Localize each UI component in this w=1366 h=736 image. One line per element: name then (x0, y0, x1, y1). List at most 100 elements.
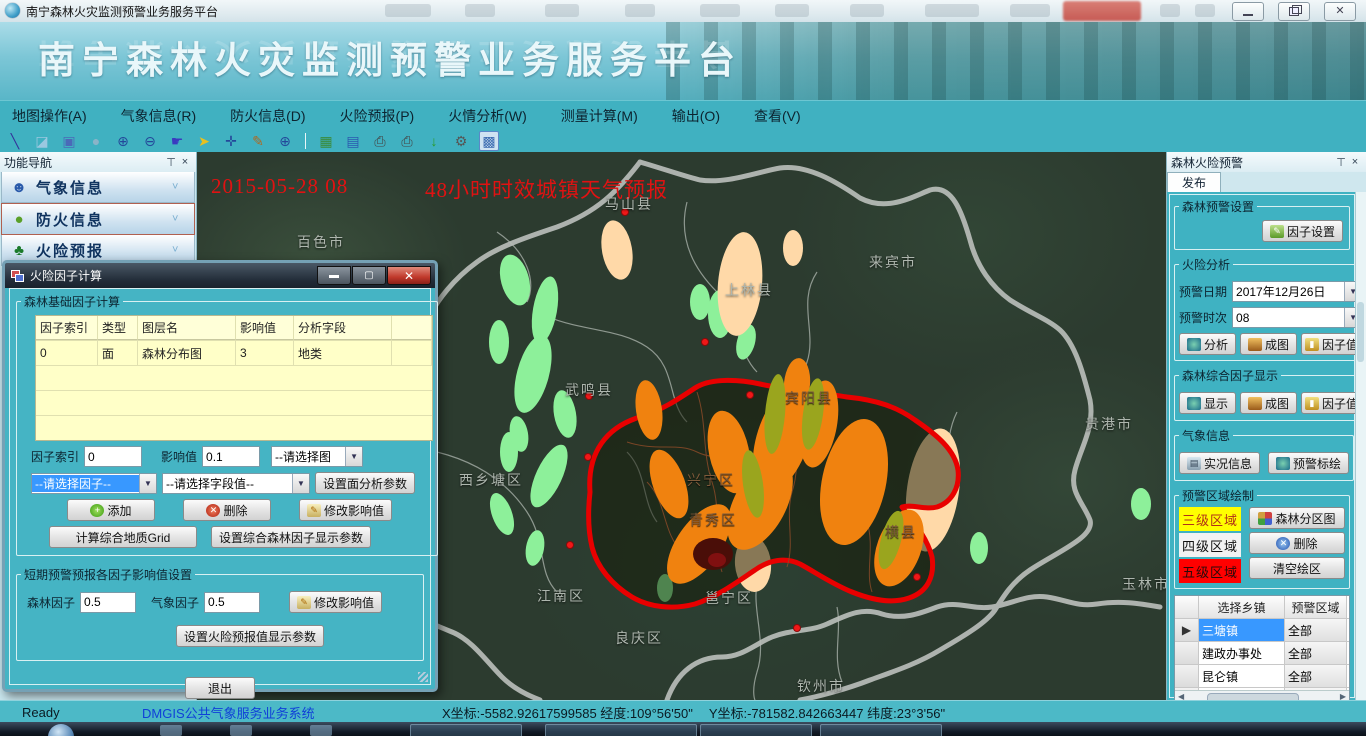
taskbar-icon[interactable] (230, 725, 252, 736)
draw-ellipse-icon[interactable]: ● (87, 132, 105, 150)
calc-grid-button[interactable]: 计算综合地质Grid (49, 526, 197, 548)
taskbar-app-button[interactable] (820, 724, 942, 736)
nav-item-fireproof-info[interactable]: ● 防火信息 ˅ (1, 203, 195, 235)
group-region-draw: 预警区域绘制 三级区域 四级区域 五级区域 森林分区图 ✕ (1174, 487, 1350, 589)
factor-value-button[interactable]: ▮ 因子值 (1301, 333, 1362, 355)
modify-impact-button[interactable]: ✎ 修改影响值 (299, 499, 392, 521)
resize-grip[interactable] (418, 672, 428, 682)
set-area-params-button[interactable]: 设置面分析参数 (315, 472, 415, 494)
show-button[interactable]: 显示 (1179, 392, 1236, 414)
modify-impact-button[interactable]: ✎ 修改影响值 (289, 591, 382, 613)
weather-factor-input[interactable] (204, 592, 260, 613)
print-icon[interactable]: ⎙ (371, 132, 389, 150)
warning-plot-button[interactable]: 预警标绘 (1268, 452, 1349, 474)
layer-select-combo[interactable]: --请选择图 ▼ (271, 446, 363, 467)
factor-select-combo[interactable]: --请选择因子-- ▼ (31, 473, 157, 494)
full-extent-icon[interactable]: ✛ (222, 132, 240, 150)
map-label: 良庆区 (615, 628, 663, 648)
menu-view[interactable]: 查看(V) (754, 106, 801, 126)
chart-bars-icon: ▮ (1305, 338, 1319, 351)
exit-button[interactable]: 退出 (185, 677, 255, 699)
level4-region[interactable]: 四级区域 (1179, 533, 1241, 557)
brush-icon[interactable]: ✎ (249, 132, 267, 150)
warning-time-combo[interactable]: 08 ▼ (1232, 307, 1362, 328)
set-fire-display-button[interactable]: 设置火险预报值显示参数 (176, 625, 324, 647)
map-label: 邕宁区 (705, 588, 753, 608)
menu-map-operation[interactable]: 地图操作(A) (12, 106, 87, 126)
taskbar-app-button[interactable] (700, 724, 812, 736)
plot-icon (1276, 457, 1290, 470)
dialog-titlebar[interactable]: 火险因子计算 ▬ ▢ ✕ (5, 263, 435, 288)
taskbar-icon[interactable] (160, 725, 182, 736)
delete-region-button[interactable]: ✕ 删除 (1249, 532, 1345, 554)
forest-factor-input[interactable] (80, 592, 136, 613)
dialog-close-button[interactable]: ✕ (387, 266, 431, 285)
factor-index-input[interactable] (84, 446, 142, 467)
taskbar-app-button[interactable] (410, 724, 522, 736)
menu-weather-info[interactable]: 气象信息(R) (121, 106, 196, 126)
region-combo[interactable]: 全部 (1285, 665, 1347, 687)
menu-measure-calc[interactable]: 测量计算(M) (561, 106, 638, 126)
dialog-minimize-button[interactable]: ▬ (317, 266, 351, 285)
level5-region[interactable]: 五级区域 (1179, 559, 1241, 583)
zoom-out-icon[interactable]: ⊖ (141, 132, 159, 150)
warning-date-combo[interactable]: 2017年12月26日 ▼ (1232, 281, 1362, 302)
table-row[interactable]: 建政办事处 全部 (1175, 642, 1349, 665)
analyze-button[interactable]: 分析 (1179, 333, 1236, 355)
make-map-button[interactable]: 成图 (1240, 392, 1297, 414)
draw-polygon-icon[interactable]: ◪ (33, 132, 51, 150)
field-select-combo[interactable]: --请选择字段值-- ▼ (162, 473, 310, 494)
taskbar-icon[interactable] (310, 725, 332, 736)
impact-value-input[interactable] (202, 446, 260, 467)
document-icon[interactable]: ▤ (344, 132, 362, 150)
settings-icon[interactable]: ⚙ (452, 132, 470, 150)
minimize-button[interactable] (1232, 2, 1264, 21)
menu-fire-analysis[interactable]: 火情分析(W) (448, 106, 527, 126)
factor-setting-button[interactable]: ✎ 因子设置 (1262, 220, 1343, 242)
draw-line-icon[interactable]: ╲ (6, 132, 24, 150)
clear-drawn-regions-button[interactable]: 清空绘区 (1249, 557, 1345, 579)
vertical-scrollbar[interactable] (1355, 192, 1366, 700)
close-icon[interactable]: × (178, 156, 192, 168)
print-setup-icon[interactable]: ⎙ (398, 132, 416, 150)
factor-table[interactable]: 因子索引 类型 图层名 影响值 分析字段 0 面 森林分布图 3 地类 (35, 315, 433, 441)
map-image-icon[interactable]: ▦ (317, 132, 335, 150)
map-label: 兴宁区 (687, 470, 735, 490)
picture-icon[interactable]: ▩ (479, 131, 499, 151)
fire-risk-factor-dialog: 火险因子计算 ▬ ▢ ✕ 森林基础因子计算 因子索引 类型 图层名 影响值 分析… (2, 260, 438, 692)
add-button[interactable]: + 添加 (67, 499, 155, 521)
pin-icon[interactable]: ⊤ (1334, 156, 1348, 169)
pan-icon[interactable]: ☛ (168, 132, 186, 150)
table-row[interactable]: ▶ 三塘镇 全部 (1175, 619, 1349, 642)
close-icon[interactable]: × (1348, 156, 1362, 168)
table-empty-row (36, 391, 432, 416)
menu-output[interactable]: 输出(O) (672, 106, 720, 126)
dialog-maximize-button[interactable]: ▢ (352, 266, 386, 285)
region-combo[interactable]: 全部 (1285, 642, 1347, 664)
nav-item-weather-info[interactable]: ☻ 气象信息 ˅ (1, 172, 195, 203)
taskbar-app-button[interactable] (545, 724, 697, 736)
pin-icon[interactable]: ⊤ (164, 156, 178, 169)
zoom-scale-icon[interactable]: ⊕ (276, 132, 294, 150)
table-row[interactable]: 昆仑镇 全部 (1175, 665, 1349, 688)
start-orb[interactable] (48, 724, 74, 736)
restore-button[interactable] (1278, 2, 1310, 21)
make-map-button[interactable]: 成图 (1240, 333, 1297, 355)
zoom-in-icon[interactable]: ⊕ (114, 132, 132, 150)
region-combo[interactable]: 全部 (1285, 619, 1347, 641)
factor-value-button[interactable]: ▮ 因子值 (1301, 392, 1362, 414)
select-icon[interactable]: ➤ (195, 132, 213, 150)
menu-fireproof-info[interactable]: 防火信息(D) (230, 106, 305, 126)
close-button[interactable]: ✕ (1324, 2, 1356, 21)
delete-button[interactable]: ✕ 删除 (183, 499, 271, 521)
tab-publish[interactable]: 发布 (1167, 172, 1221, 192)
draw-rectangle-icon[interactable]: ▣ (60, 132, 78, 150)
level3-region[interactable]: 三级区域 (1179, 507, 1241, 531)
table-row[interactable]: 0 面 森林分布图 3 地类 (36, 341, 432, 366)
live-info-button[interactable]: ▤ 实况信息 (1179, 452, 1260, 474)
menu-fire-risk-forecast[interactable]: 火险预报(P) (340, 106, 415, 126)
set-composite-display-button[interactable]: 设置综合森林因子显示参数 (211, 526, 371, 548)
export-icon[interactable]: ↓ (425, 132, 443, 150)
forest-zone-map-button[interactable]: 森林分区图 (1249, 507, 1345, 529)
forest-fire-warning-panel: 森林火险预警 ⊤ × 发布 森林预警设置 ✎ 因子设置 火险分析 预警日期 (1166, 152, 1366, 700)
